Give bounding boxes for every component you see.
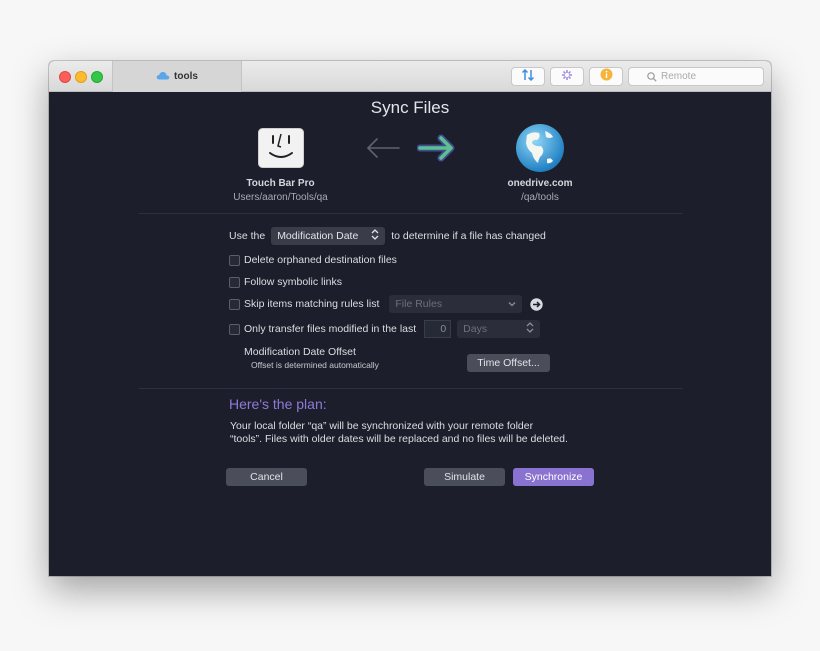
follow-symlinks-option[interactable]: Follow symbolic links — [229, 275, 342, 289]
follow-symlinks-label: Follow symbolic links — [244, 276, 343, 288]
zoom-window-button[interactable] — [91, 71, 103, 83]
destination-name: onedrive.com — [507, 178, 573, 189]
skip-rules-option: Skip items matching rules list File Rule… — [229, 295, 544, 313]
days-unit-value: Days — [463, 323, 488, 335]
finder-icon — [258, 128, 304, 168]
only-modified-option: Only transfer files modified in the last… — [229, 320, 541, 338]
days-unit-select[interactable]: Days — [457, 320, 541, 338]
delete-orphaned-option[interactable]: Delete orphaned destination files — [229, 253, 397, 267]
rules-select-value: File Rules — [395, 298, 443, 310]
close-window-button[interactable] — [59, 71, 71, 83]
source-path: Users/aaron/Tools/qa — [233, 192, 328, 203]
compare-suffix-label: to determine if a file has changed — [391, 229, 546, 242]
skip-rules-label: Skip items matching rules list — [244, 298, 380, 310]
updown-chevron-icon — [371, 228, 379, 243]
cloud-icon — [156, 71, 170, 83]
destination-path: /qa/tools — [521, 192, 559, 203]
simulate-button[interactable]: Simulate — [424, 468, 505, 486]
arrow-right-icon — [416, 134, 457, 167]
rules-select[interactable]: File Rules — [389, 295, 523, 313]
plan-line: “tools”. Files with older dates will be … — [230, 433, 568, 445]
divider — [139, 213, 683, 214]
go-arrow-icon[interactable] — [530, 297, 544, 311]
only-modified-checkbox[interactable] — [229, 323, 240, 335]
only-modified-label: Only transfer files modified in the last — [244, 323, 417, 335]
days-field[interactable]: 0 — [424, 320, 452, 338]
delete-orphaned-label: Delete orphaned destination files — [244, 254, 397, 266]
chevron-down-icon — [508, 298, 516, 310]
globe-icon — [515, 123, 565, 173]
info-button[interactable] — [589, 67, 623, 86]
pinwheel-icon — [561, 68, 573, 86]
divider — [139, 388, 683, 389]
search-input[interactable]: Remote — [628, 67, 764, 86]
offset-subtitle: Offset is determined automatically — [251, 360, 379, 370]
updown-chevron-icon — [526, 322, 534, 336]
time-offset-button[interactable]: Time Offset... — [467, 354, 550, 372]
arrow-left-icon — [365, 136, 401, 165]
search-placeholder: Remote — [661, 71, 697, 82]
synchronize-button[interactable]: Synchronize — [513, 468, 594, 486]
minimize-window-button[interactable] — [75, 71, 87, 83]
offset-title: Modification Date Offset — [244, 346, 356, 358]
arrows-updown-icon — [521, 68, 535, 86]
compare-method-select[interactable]: Modification Date — [271, 226, 386, 245]
cancel-button[interactable]: Cancel — [226, 468, 307, 486]
search-icon — [647, 72, 657, 82]
sheet-title: Sync Files — [370, 98, 450, 117]
compare-method-value: Modification Date — [277, 229, 359, 242]
plan-line: Your local folder “qa” will be synchroni… — [230, 420, 534, 432]
plan-heading: Here's the plan: — [229, 396, 327, 412]
titlebar: tools Remote — [49, 61, 771, 92]
use-the-label: Use the — [229, 229, 266, 242]
compare-method-row: Use the Modification Date to determine i… — [229, 226, 546, 245]
sync-window: tools Remote Sync Files Touch Bar Pro Us… — [49, 61, 771, 576]
delete-orphaned-checkbox[interactable] — [229, 254, 240, 266]
plan-description: Your local folder “qa” will be synchroni… — [230, 420, 630, 446]
tab-tools[interactable]: tools — [112, 61, 242, 92]
skip-rules-checkbox[interactable] — [229, 298, 240, 310]
activity-button[interactable] — [550, 67, 584, 86]
tab-label: tools — [174, 71, 198, 82]
source-name: Touch Bar Pro — [246, 178, 315, 189]
info-icon — [600, 68, 613, 86]
sync-direction-button[interactable] — [511, 67, 545, 86]
follow-symlinks-checkbox[interactable] — [229, 276, 240, 288]
